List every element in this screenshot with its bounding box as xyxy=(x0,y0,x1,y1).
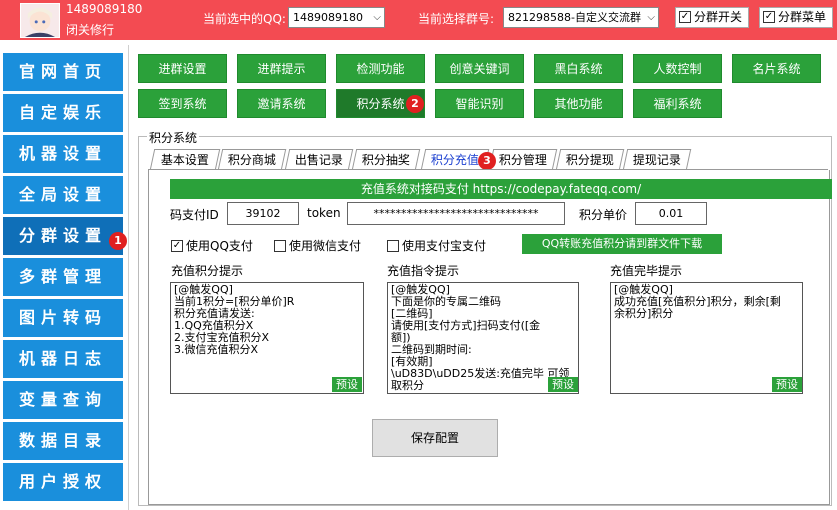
group-label: 当前选择群号: xyxy=(418,12,495,26)
avatar[interactable] xyxy=(20,3,60,38)
command-preset-button[interactable]: 预设 xyxy=(548,377,578,392)
pay-id-label: 码支付ID xyxy=(170,208,219,222)
checkbox-checked-icon xyxy=(171,240,183,252)
wechat-pay-checkbox[interactable]: 使用微信支付 xyxy=(274,237,361,254)
tab-basic-settings[interactable]: 基本设置 xyxy=(149,149,221,170)
tab-points-withdraw[interactable]: 积分提现 xyxy=(555,149,625,170)
hint-preset-button[interactable]: 预设 xyxy=(332,377,362,392)
pay-id-input[interactable]: 39102 xyxy=(227,202,299,225)
done-title: 充值完毕提示 xyxy=(610,264,683,278)
group-switch-label: 分群开关 xyxy=(694,10,743,24)
qq-label: 当前选中的QQ: xyxy=(203,12,286,26)
sidebar-item-user-auth[interactable]: 用户授权 xyxy=(3,463,123,501)
function-button-blackwhite[interactable]: 黑白系统 xyxy=(534,54,623,83)
tab-label: 出售记录 xyxy=(294,153,343,167)
sidebar-item-global-settings[interactable]: 全局设置 xyxy=(3,176,123,214)
sidebar-item-robot-log[interactable]: 机器日志 xyxy=(3,340,123,378)
tab-label: 积分提现 xyxy=(565,153,614,167)
tab-withdraw-records[interactable]: 提现记录 xyxy=(622,149,692,170)
qq-select[interactable]: 1489089180 ⌵ xyxy=(288,7,385,28)
group-switch-toggle[interactable]: 分群开关 xyxy=(675,7,749,28)
sidebar-item-image-transcode[interactable]: 图片转码 xyxy=(3,299,123,337)
checkbox-unchecked-icon xyxy=(387,240,399,252)
text-line: 余积分]积分 xyxy=(614,307,674,320)
group-title: 积分系统 xyxy=(147,129,200,146)
function-button-keywords[interactable]: 创意关键词 xyxy=(435,54,524,83)
tab-points-mall[interactable]: 积分商城 xyxy=(217,149,287,170)
avatar-image-icon xyxy=(21,4,59,37)
alipay-label: 使用支付宝支付 xyxy=(402,239,487,253)
tab-label: 积分商城 xyxy=(227,153,276,167)
account-id: 1489089180 xyxy=(66,2,143,16)
step-badge: 1 xyxy=(109,232,127,250)
tab-points-management[interactable]: 积分管理 xyxy=(488,149,558,170)
hint-title: 充值积分提示 xyxy=(171,264,244,278)
function-button-join-settings[interactable]: 进群设置 xyxy=(138,54,227,83)
text-line: 3.微信充值积分X xyxy=(174,343,259,356)
group-select-value: 821298588-自定义交流群 xyxy=(508,11,641,24)
function-button-other[interactable]: 其他功能 xyxy=(534,89,623,118)
checkbox-unchecked-icon xyxy=(274,240,286,252)
tab-label: 积分管理 xyxy=(498,153,547,167)
divider xyxy=(128,45,129,510)
sidebar-item-multi-group[interactable]: 多群管理 xyxy=(3,258,123,296)
sidebar-item-data-directory[interactable]: 数据目录 xyxy=(3,422,123,460)
step-badge: 3 xyxy=(478,152,496,170)
group-menu-toggle[interactable]: 分群菜单 xyxy=(759,7,833,28)
group-menu-label: 分群菜单 xyxy=(778,10,827,24)
token-label: token xyxy=(307,206,341,220)
function-button-signin[interactable]: 签到系统 xyxy=(138,89,227,118)
qq-select-value: 1489089180 xyxy=(293,11,363,24)
qq-pay-label: 使用QQ支付 xyxy=(186,239,253,253)
sidebar-item-group-settings[interactable]: 分群设置 xyxy=(3,217,123,255)
unit-price-input[interactable]: 0.01 xyxy=(635,202,707,225)
function-button-smart-recognition[interactable]: 智能识别 xyxy=(435,89,524,118)
sidebar-item-robot-settings[interactable]: 机器设置 xyxy=(3,135,123,173)
function-button-join-hint[interactable]: 进群提示 xyxy=(237,54,326,83)
done-preset-button[interactable]: 预设 xyxy=(772,377,802,392)
sidebar-item-variable-query[interactable]: 变量查询 xyxy=(3,381,123,419)
tab-label: 提现记录 xyxy=(632,153,681,167)
token-input[interactable]: ****************************** xyxy=(347,202,565,225)
chevron-down-icon: ⌵ xyxy=(647,12,655,23)
checkbox-checked-icon xyxy=(763,11,775,23)
download-button[interactable]: QQ转账充值积分请到群文件下载 xyxy=(522,234,722,254)
tab-points-lottery[interactable]: 积分抽奖 xyxy=(351,149,421,170)
top-bar: 1489089180 闭关修行 当前选中的QQ: 1489089180 ⌵ 当前… xyxy=(0,0,837,40)
unit-price-label: 积分单价 xyxy=(579,208,628,222)
function-button-invite[interactable]: 邀请系统 xyxy=(237,89,326,118)
chevron-down-icon: ⌵ xyxy=(373,12,381,23)
sidebar-item-entertainment[interactable]: 自定娱乐 xyxy=(3,94,123,132)
text-line: 请使用[支付方式]扫码支付([金 xyxy=(391,319,541,332)
tab-label: 积分充值 xyxy=(430,153,479,167)
sidebar-item-home[interactable]: 官网首页 xyxy=(3,53,123,91)
qq-pay-checkbox[interactable]: 使用QQ支付 xyxy=(171,237,253,254)
step-badge: 2 xyxy=(406,95,424,113)
account-name: 闭关修行 xyxy=(66,23,115,37)
function-button-detection[interactable]: 检测功能 xyxy=(336,54,425,83)
tab-label: 积分抽奖 xyxy=(361,153,410,167)
checkbox-checked-icon xyxy=(679,11,691,23)
group-select[interactable]: 821298588-自定义交流群 ⌵ xyxy=(503,7,659,28)
function-button-card-system[interactable]: 名片系统 xyxy=(732,54,821,83)
command-title: 充值指令提示 xyxy=(387,264,460,278)
function-button-welfare[interactable]: 福利系统 xyxy=(633,89,722,118)
function-button-member-control[interactable]: 人数控制 xyxy=(633,54,722,83)
save-button[interactable]: 保存配置 xyxy=(372,419,498,457)
wechat-pay-label: 使用微信支付 xyxy=(289,239,362,253)
tab-label: 基本设置 xyxy=(160,153,209,167)
codepay-banner: 充值系统对接码支付 https://codepay.fateqq.com/ xyxy=(170,179,832,199)
alipay-checkbox[interactable]: 使用支付宝支付 xyxy=(387,237,486,254)
tab-sale-records[interactable]: 出售记录 xyxy=(284,149,354,170)
